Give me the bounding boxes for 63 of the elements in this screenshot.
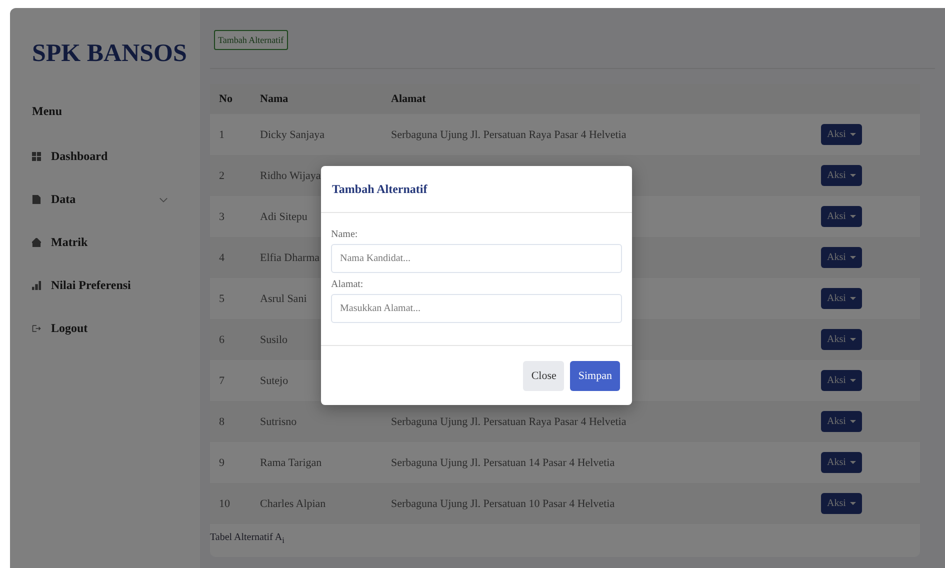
action-dropdown-button[interactable]: Aksi <box>821 493 862 514</box>
nav-label: Nilai Preferensi <box>51 278 131 293</box>
table-cell: Serbaguna Ujung Jl. Persatuan Raya Pasar 4 Helvetia <box>391 128 626 140</box>
logout-icon <box>32 324 41 333</box>
table-cell: 9 <box>219 456 224 468</box>
column-header: No <box>218 93 234 105</box>
modal-title: Tambah Alternatif <box>332 182 428 196</box>
table-cell: Serbaguna Ujung Jl. Persatuan 14 Pasar 4 Helvetia <box>391 456 615 468</box>
table-caption: Tabel Alternatif A$_{i}$ <box>210 531 286 547</box>
home-icon <box>32 238 41 247</box>
nav-item[interactable]: Dashboard <box>32 135 200 178</box>
brand-title: SPK BANSOS <box>32 40 188 68</box>
table-cell: Sutejo <box>260 374 288 386</box>
table-cell: Elfia Dharma <box>260 252 320 264</box>
action-dropdown-button[interactable]: Aksi <box>821 411 862 432</box>
nav-label: Dashboard <box>51 149 108 164</box>
table-cell: Dicky Sanjaya <box>260 128 324 140</box>
add-button[interactable]: Tambah Alternatif <box>214 30 288 50</box>
nav-label: Matrik <box>51 235 88 250</box>
table-cell: 4 <box>219 252 224 264</box>
table-cell: Serbaguna Ujung Jl. Persatuan Raya Pasar 4 Helvetia <box>391 416 626 428</box>
action-dropdown-button[interactable]: Aksi <box>821 124 862 145</box>
action-dropdown-button[interactable]: Aksi <box>821 452 862 473</box>
table-cell: 7 <box>219 374 224 386</box>
nav-item[interactable]: Nilai Preferensi <box>32 264 200 307</box>
action-dropdown-button[interactable]: Aksi <box>821 288 862 309</box>
table-cell: 10 <box>219 498 230 510</box>
table-cell: Rama Tarigan <box>260 456 322 468</box>
action-dropdown-button[interactable]: Aksi <box>821 206 862 227</box>
nav-item[interactable]: Data <box>32 178 200 221</box>
close-button[interactable]: Close <box>523 361 564 391</box>
save-button[interactable]: Simpan <box>570 361 620 391</box>
table-cell: Charles Alpian <box>260 498 326 510</box>
table-cell: 1 <box>219 128 224 140</box>
bar-chart-icon <box>32 281 41 290</box>
nav-item[interactable]: Matrik <box>32 221 200 264</box>
field-label: Alamat: <box>331 279 364 290</box>
table-cell: 5 <box>219 292 224 304</box>
table-cell: Serbaguna Ujung Jl. Persatuan 10 Pasar 4 Helvetia <box>391 498 615 510</box>
input-field[interactable]: Nama Kandidat... <box>331 244 622 273</box>
nav-label: Data <box>51 192 76 207</box>
table-cell: Ridho Wijaya <box>260 170 321 182</box>
table-cell: Susilo <box>260 334 288 346</box>
grid-icon <box>32 152 41 161</box>
field-label: Name: <box>331 229 359 240</box>
input-field[interactable]: Masukkan Alamat... <box>331 294 622 323</box>
file-icon <box>32 195 41 204</box>
nav-item[interactable]: Logout <box>32 307 200 350</box>
table-cell: Sutrisno <box>260 416 297 428</box>
table-cell: 8 <box>219 416 224 428</box>
table-cell: 6 <box>219 334 224 346</box>
column-header: Alamat <box>391 93 427 105</box>
table-cell: 2 <box>219 170 224 182</box>
table-cell: 3 <box>219 210 224 222</box>
nav-label: Logout <box>51 321 88 336</box>
table-cell: Adi Sitepu <box>260 210 308 222</box>
column-header: Nama <box>260 93 290 105</box>
action-dropdown-button[interactable]: Aksi <box>821 370 862 391</box>
menu-heading: Menu <box>32 104 63 119</box>
action-dropdown-button[interactable]: Aksi <box>821 165 862 186</box>
action-dropdown-button[interactable]: Aksi <box>821 247 862 268</box>
action-dropdown-button[interactable]: Aksi <box>821 329 862 350</box>
table-cell: Asrul Sani <box>260 292 307 304</box>
